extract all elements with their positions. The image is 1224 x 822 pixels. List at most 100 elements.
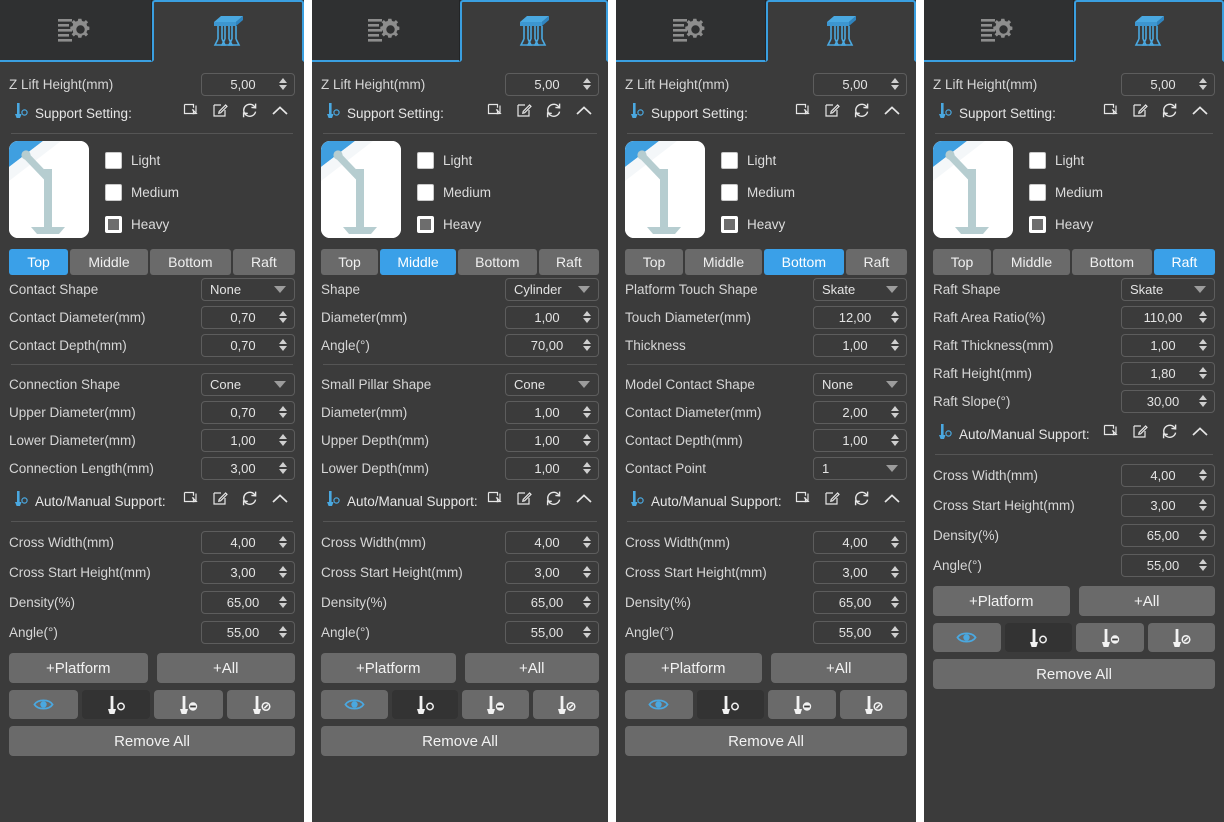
collapse-icon[interactable]	[575, 492, 593, 511]
print-settings-tab[interactable]	[924, 0, 1074, 62]
add-platform-button[interactable]: +Platform	[625, 653, 762, 683]
collapse-icon[interactable]	[883, 104, 901, 123]
spinner-arrows[interactable]	[279, 566, 287, 578]
eye-icon[interactable]	[956, 630, 977, 645]
eye-icon[interactable]	[33, 697, 54, 712]
segment-tab-bottom[interactable]: Bottom	[149, 249, 231, 275]
tool-button-add-support[interactable]	[391, 690, 458, 719]
edit-icon[interactable]	[516, 491, 532, 507]
add-platform-button[interactable]: +Platform	[933, 586, 1070, 616]
spinner-cross-start-height-mm[interactable]: 3,00	[1121, 493, 1215, 517]
reset-icon[interactable]	[545, 490, 562, 512]
spinner-arrows[interactable]	[891, 566, 899, 578]
remove-support-icon[interactable]	[791, 694, 813, 716]
spinner-arrows[interactable]	[583, 406, 591, 418]
spinner-contact-depth-mm[interactable]: 0,70	[201, 333, 295, 357]
spinner-thickness[interactable]: 1,00	[813, 333, 907, 357]
reset-icon[interactable]	[853, 102, 870, 119]
edit-support-icon[interactable]	[250, 694, 272, 716]
checkbox-light[interactable]: Light	[417, 144, 491, 176]
spinner-diameter-mm[interactable]: 1,00	[505, 305, 599, 329]
import-icon[interactable]	[487, 491, 503, 507]
checkbox-heavy[interactable]: Heavy	[1029, 208, 1103, 240]
eye-icon[interactable]	[344, 697, 365, 712]
checkbox-light[interactable]: Light	[1029, 144, 1103, 176]
spinner-arrows[interactable]	[279, 626, 287, 638]
support-settings-tab[interactable]	[460, 0, 608, 62]
tool-button-edit-support[interactable]	[226, 690, 295, 719]
import-icon[interactable]	[487, 103, 503, 119]
spinner-arrows[interactable]	[583, 626, 591, 638]
spinner-z-lift-height[interactable]: 5,00	[1121, 72, 1215, 96]
segment-tab-bottom[interactable]: Bottom	[1071, 249, 1152, 275]
collapse-icon[interactable]	[575, 104, 593, 118]
spinner-arrows[interactable]	[583, 462, 591, 474]
print-settings-tab[interactable]	[312, 0, 460, 62]
spinner-lower-diameter-mm[interactable]: 1,00	[201, 428, 295, 452]
tool-button-add-support[interactable]	[696, 690, 764, 719]
collapse-icon[interactable]	[1191, 425, 1209, 439]
checkbox-box[interactable]	[105, 151, 122, 169]
remove-support-icon[interactable]	[1099, 627, 1121, 649]
reset-icon[interactable]	[853, 490, 870, 512]
checkbox-box[interactable]	[1029, 215, 1046, 233]
spinner-arrows[interactable]	[279, 78, 287, 90]
checkbox-heavy[interactable]: Heavy	[721, 208, 795, 240]
segment-tab-raft[interactable]: Raft	[232, 249, 295, 275]
dropdown-platform-touch-shape[interactable]: Skate	[813, 277, 907, 301]
collapse-icon[interactable]	[575, 104, 593, 123]
spinner-cross-width-mm[interactable]: 4,00	[505, 530, 599, 554]
add-support-icon[interactable]	[719, 694, 741, 716]
spinner-raft-thickness-mm[interactable]: 1,00	[1121, 333, 1215, 357]
remove-support-icon[interactable]	[484, 694, 506, 716]
spinner-z-lift-height[interactable]: 5,00	[813, 72, 907, 96]
checkbox-medium[interactable]: Medium	[721, 176, 795, 208]
segment-tab-top[interactable]: Top	[9, 249, 69, 275]
spinner-arrows[interactable]	[891, 626, 899, 638]
spinner-density[interactable]: 65,00	[1121, 523, 1215, 547]
spinner-arrows[interactable]	[891, 78, 899, 90]
tool-button-eye[interactable]	[933, 623, 1001, 652]
spinner-raft-height-mm[interactable]: 1,80	[1121, 361, 1215, 385]
tool-button-add-support[interactable]	[1004, 623, 1072, 652]
dropdown-raft-shape[interactable]: Skate	[1121, 277, 1215, 301]
spinner-arrows[interactable]	[891, 434, 899, 446]
collapse-icon[interactable]	[1191, 425, 1209, 444]
edit-support-icon[interactable]	[1170, 627, 1192, 649]
spinner-cross-start-height-mm[interactable]: 3,00	[201, 560, 295, 584]
segment-tab-middle[interactable]: Middle	[685, 249, 762, 275]
spinner-arrows[interactable]	[1199, 367, 1207, 379]
checkbox-box[interactable]	[105, 183, 122, 201]
tool-button-remove-support[interactable]	[1076, 623, 1144, 652]
checkbox-light[interactable]: Light	[721, 144, 795, 176]
edit-icon[interactable]	[516, 103, 532, 119]
spinner-cross-start-height-mm[interactable]: 3,00	[505, 560, 599, 584]
add-all-button[interactable]: +All	[156, 653, 295, 683]
import-icon[interactable]	[183, 103, 199, 119]
tool-button-edit-support[interactable]	[532, 690, 599, 719]
remove-all-button[interactable]: Remove All	[9, 726, 295, 756]
checkbox-box[interactable]	[417, 151, 434, 169]
checkbox-box[interactable]	[1029, 183, 1046, 201]
edit-icon[interactable]	[1132, 424, 1148, 440]
reset-icon[interactable]	[545, 102, 562, 124]
support-settings-tab[interactable]	[152, 0, 304, 62]
spinner-arrows[interactable]	[891, 311, 899, 323]
spinner-arrows[interactable]	[279, 311, 287, 323]
dropdown-contact-shape[interactable]: None	[201, 277, 295, 301]
tool-button-eye[interactable]	[625, 690, 693, 719]
edit-icon[interactable]	[1132, 103, 1148, 124]
spinner-angle[interactable]: 55,00	[505, 620, 599, 644]
spinner-cross-width-mm[interactable]: 4,00	[201, 530, 295, 554]
collapse-icon[interactable]	[271, 104, 289, 123]
remove-all-button[interactable]: Remove All	[321, 726, 599, 756]
spinner-arrows[interactable]	[583, 78, 591, 90]
dropdown-connection-shape[interactable]: Cone	[201, 372, 295, 396]
remove-all-button[interactable]: Remove All	[933, 659, 1215, 689]
spinner-raft-slope[interactable]: 30,00	[1121, 389, 1215, 413]
reset-icon[interactable]	[545, 102, 562, 119]
spinner-upper-diameter-mm[interactable]: 0,70	[201, 400, 295, 424]
import-icon[interactable]	[1103, 103, 1119, 124]
eye-icon[interactable]	[648, 697, 669, 712]
spinner-arrows[interactable]	[279, 596, 287, 608]
